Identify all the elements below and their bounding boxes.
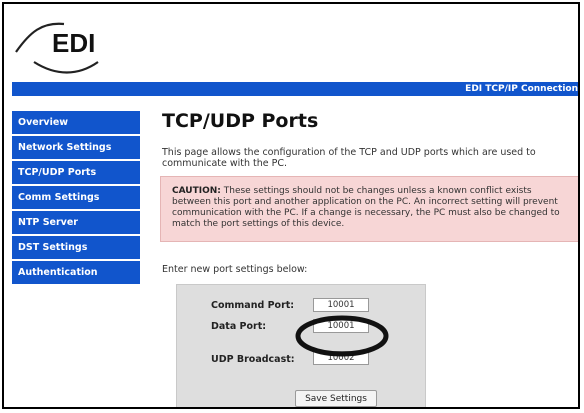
port-settings-form: Command Port: Data Port: UDP Broadcast: … [176, 284, 426, 407]
browser-page-frame: EDI EDI TCP/IP Connection Overview Netwo… [2, 2, 580, 409]
data-port-input[interactable] [313, 319, 369, 333]
udp-broadcast-label: UDP Broadcast: [211, 354, 295, 365]
sidebar-nav: Overview Network Settings TCP/UDP Ports … [12, 111, 140, 286]
caution-box: CAUTION: These settings should not be ch… [160, 176, 578, 242]
sidebar-item-authentication[interactable]: Authentication [12, 261, 140, 284]
udp-broadcast-input[interactable] [313, 351, 369, 365]
caution-label: CAUTION: [172, 186, 221, 196]
port-settings-prompt: Enter new port settings below: [162, 264, 308, 275]
sidebar-item-network-settings[interactable]: Network Settings [12, 136, 140, 159]
logo-text: EDI [52, 28, 95, 58]
edi-logo: EDI [15, 22, 99, 74]
page-title: TCP/UDP Ports [162, 110, 319, 132]
main-content: TCP/UDP Ports This page allows the confi… [160, 108, 578, 407]
command-port-label: Command Port: [211, 300, 295, 311]
save-settings-button[interactable]: Save Settings [295, 390, 377, 407]
caution-text: These settings should not be changes unl… [172, 186, 560, 229]
sidebar-item-ntp-server[interactable]: NTP Server [12, 211, 140, 234]
connection-banner: EDI TCP/IP Connection [12, 82, 578, 96]
sidebar-item-dst-settings[interactable]: DST Settings [12, 236, 140, 259]
data-port-label: Data Port: [211, 321, 267, 332]
command-port-input[interactable] [313, 298, 369, 312]
sidebar-item-overview[interactable]: Overview [12, 111, 140, 134]
sidebar-item-comm-settings[interactable]: Comm Settings [12, 186, 140, 209]
sidebar-item-tcp-udp-ports[interactable]: TCP/UDP Ports [12, 161, 140, 184]
intro-text: This page allows the configuration of th… [162, 147, 536, 169]
